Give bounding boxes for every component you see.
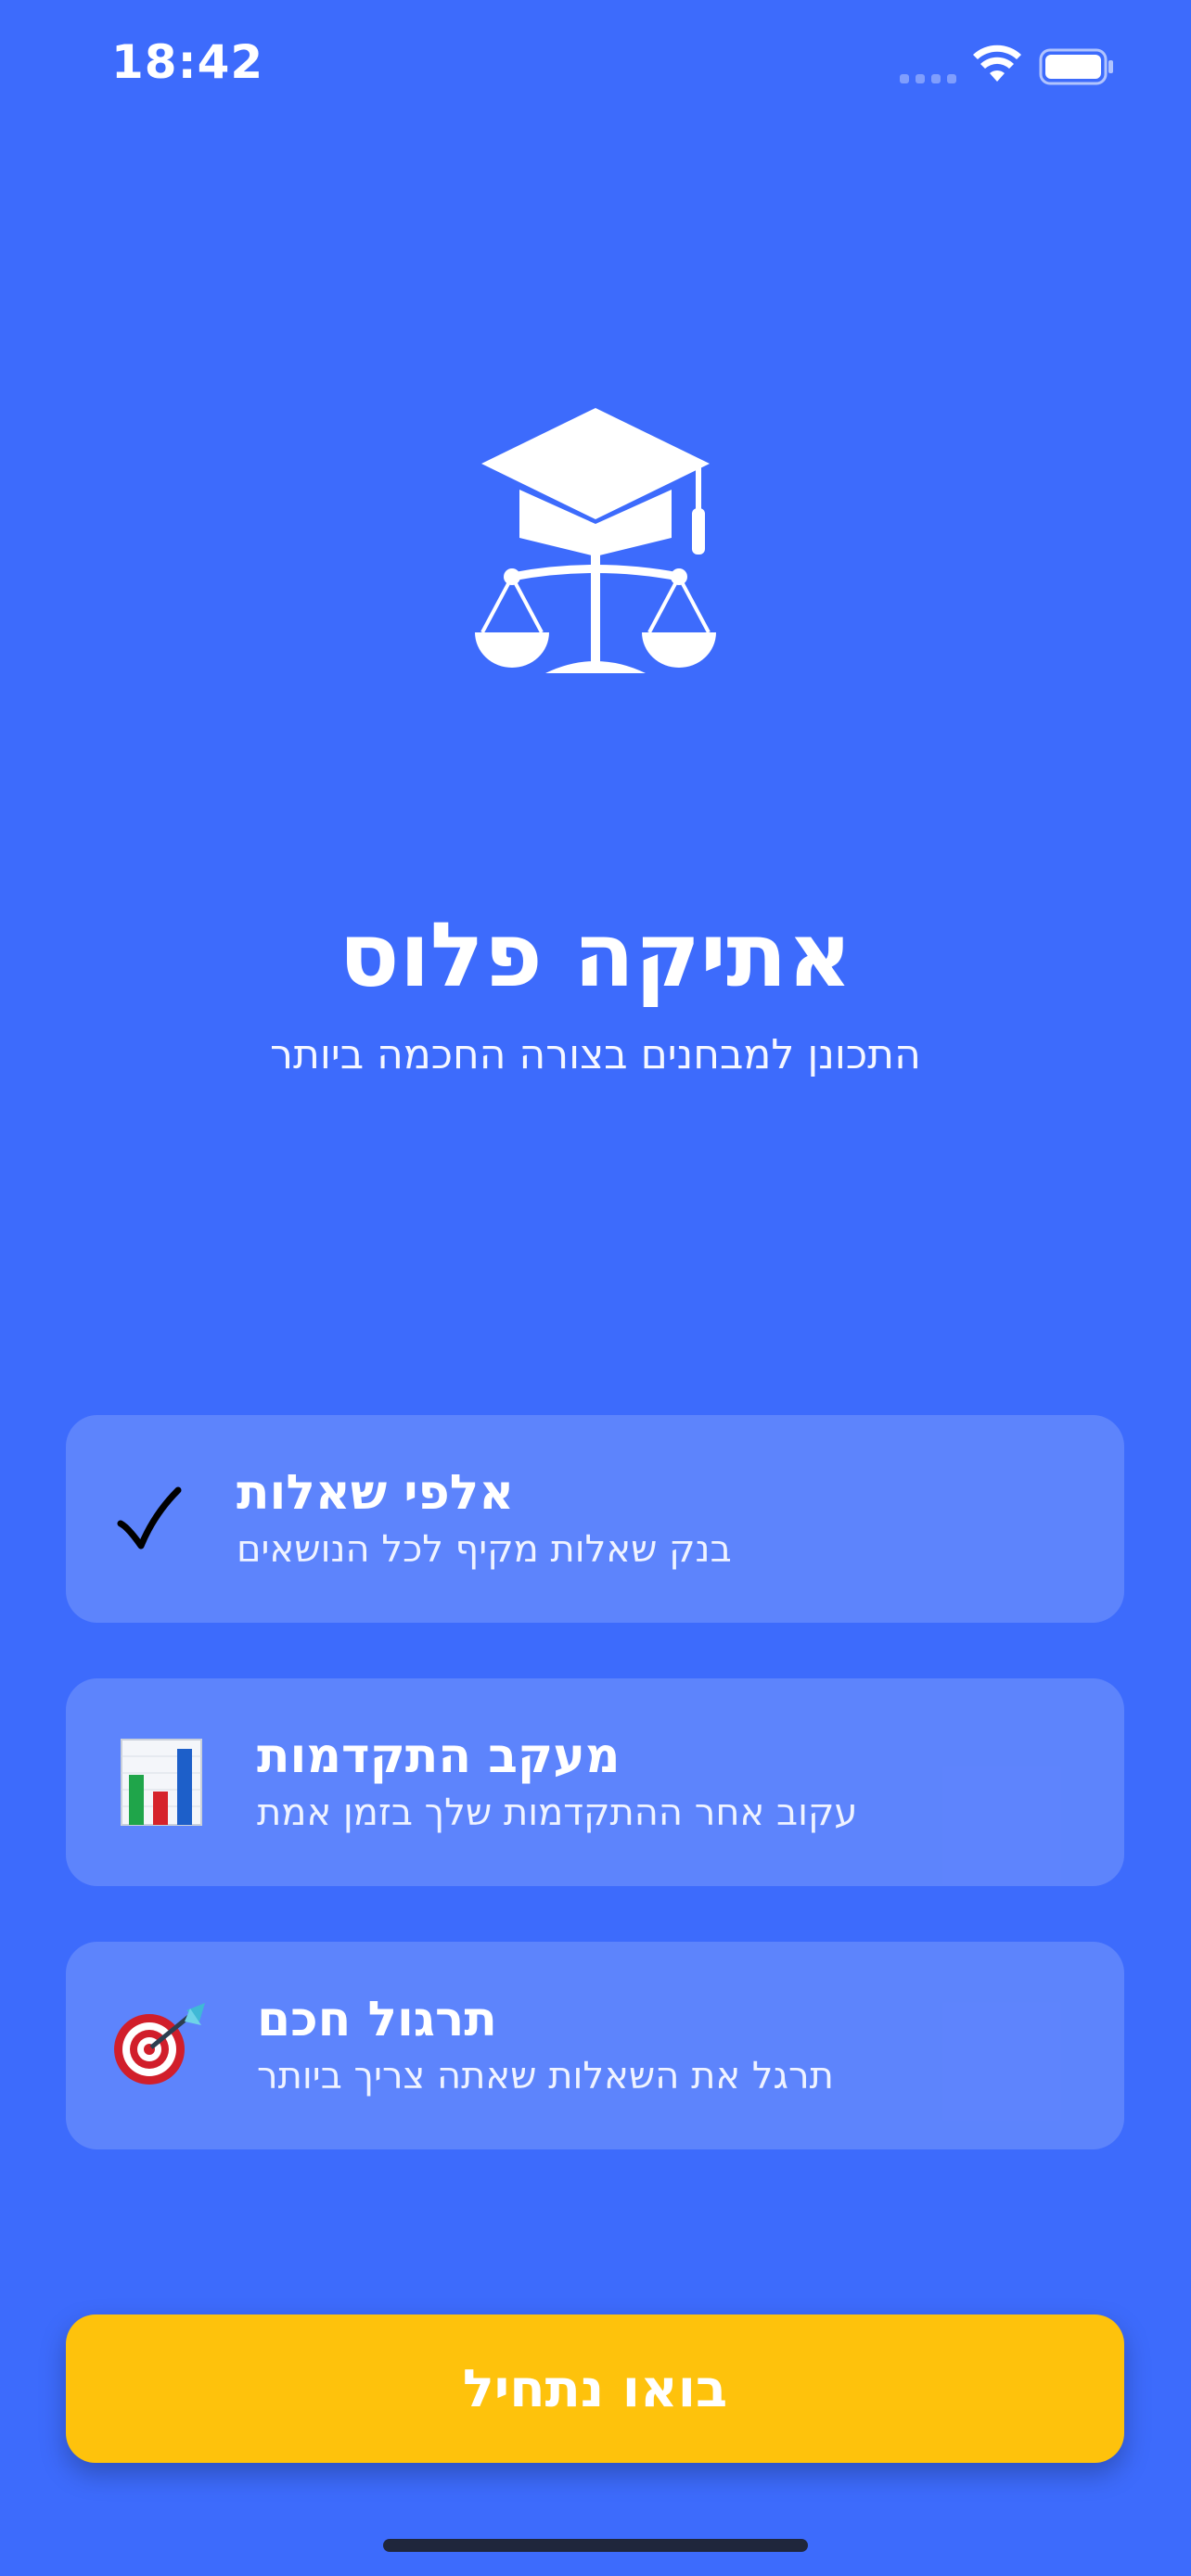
feature-card-smart-practice: תרגול חכם תרגל את השאלות שאתה צריך ביותר — [66, 1942, 1124, 2149]
feature-title: תרגול חכם — [257, 1992, 497, 2047]
wifi-icon — [973, 45, 1021, 82]
battery-icon — [1039, 48, 1113, 85]
start-button[interactable]: בואו נתחיל — [66, 2315, 1124, 2463]
dart-target-icon — [114, 2003, 205, 2085]
bar-chart-icon — [121, 1739, 202, 1826]
feature-title: אלפי שאלות — [237, 1465, 515, 1521]
feature-card-progress: מעקב התקדמות עקוב אחר ההתקדמות שלך בזמן … — [66, 1678, 1124, 1886]
app-subtitle: התכונן למבחנים בצורה החכמה ביותר — [270, 1031, 921, 1078]
status-bar: 18:42 — [0, 0, 1191, 139]
feature-description: תרגל את השאלות שאתה צריך ביותר — [257, 2055, 834, 2098]
app-title: אתיקה פלוס — [339, 903, 852, 1007]
graduation-cap-scales-icon — [475, 408, 716, 673]
feature-description: עקוב אחר ההתקדמות שלך בזמן אמת — [257, 1792, 858, 1834]
status-time: 18:42 — [111, 35, 264, 89]
feature-title: מעקב התקדמות — [257, 1728, 621, 1784]
checkmark-icon — [117, 1486, 182, 1549]
feature-card-questions: אלפי שאלות בנק שאלות מקיף לכל הנושאים — [66, 1415, 1124, 1623]
cellular-signal-icon — [900, 74, 957, 83]
feature-description: בנק שאלות מקיף לכל הנושאים — [237, 1528, 732, 1571]
home-indicator[interactable] — [383, 2539, 808, 2552]
